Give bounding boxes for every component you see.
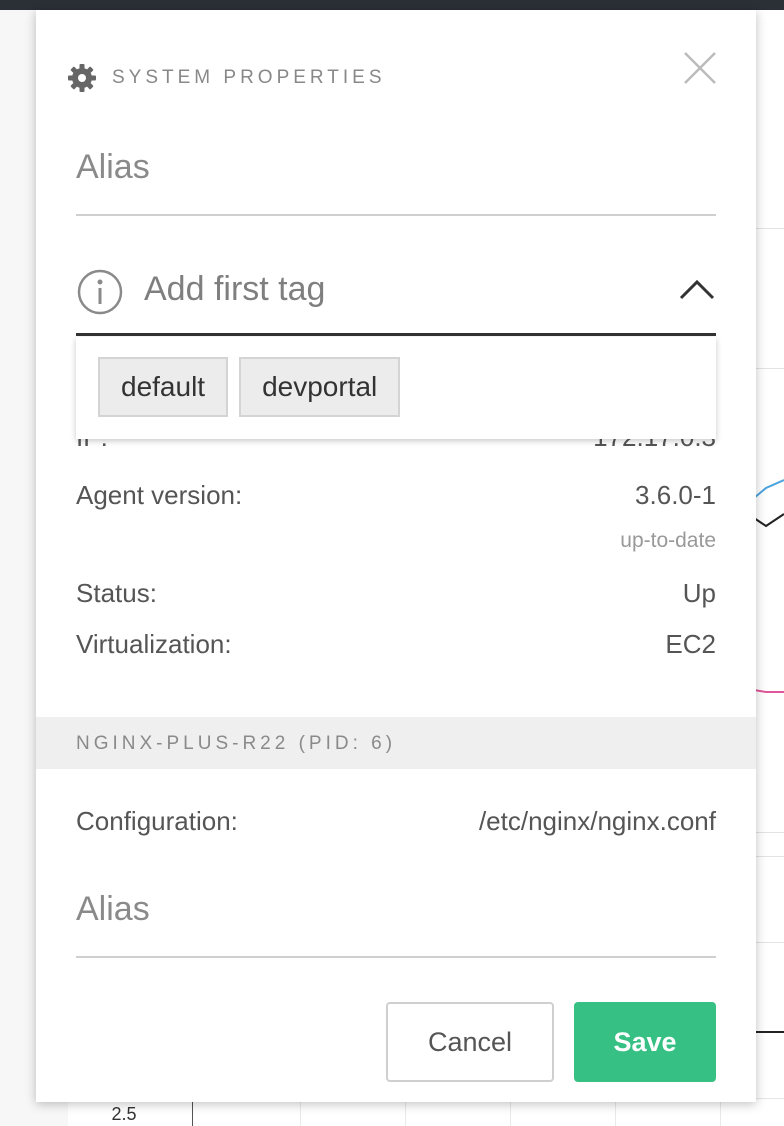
cancel-button[interactable]: Cancel: [386, 1002, 554, 1082]
agent-version-note: up-to-date: [620, 529, 716, 552]
background-tick: [300, 1100, 301, 1126]
virtualization-value: EC2: [665, 629, 716, 659]
top-bar: [0, 0, 784, 10]
agent-version-label: Agent version:: [76, 480, 243, 510]
tag-option-devportal[interactable]: devportal: [239, 357, 401, 417]
gear-icon: [68, 64, 96, 92]
info-icon: [77, 269, 123, 315]
configuration-label: Configuration:: [76, 806, 238, 836]
modal-title: SYSTEM PROPERTIES: [112, 67, 386, 88]
background-tick: [615, 1100, 616, 1126]
modal-header: SYSTEM PROPERTIES: [66, 62, 386, 94]
tag-selector[interactable]: [76, 262, 716, 336]
tag-option-default[interactable]: default: [98, 357, 229, 417]
system-properties-modal: SYSTEM PROPERTIES default devportal IP: …: [36, 10, 756, 1102]
configuration-value: /etc/nginx/nginx.conf: [478, 806, 716, 836]
nginx-alias-field: [76, 890, 716, 958]
background-y-tick-label: 2.5: [111, 1104, 137, 1124]
chevron-up-icon[interactable]: [678, 276, 716, 304]
alias-input[interactable]: [76, 148, 716, 187]
background-chart-axis-area: [68, 1098, 784, 1126]
status-label: Status:: [76, 578, 157, 608]
save-button[interactable]: Save: [574, 1002, 716, 1082]
status-value: Up: [682, 578, 716, 608]
tag-input[interactable]: [144, 270, 624, 309]
agent-version-value: 3.6.0-1: [635, 480, 716, 510]
nginx-section-title: NGINX-PLUS-R22 (PID: 6): [76, 733, 397, 754]
background-y-axis: [192, 1098, 193, 1126]
agent-version-row: Agent version: 3.6.0-1: [76, 480, 716, 511]
background-tick: [720, 1100, 721, 1126]
nginx-alias-input[interactable]: [76, 890, 716, 929]
close-icon[interactable]: [682, 50, 718, 86]
alias-field: [76, 148, 716, 216]
background-tick: [510, 1100, 511, 1126]
virtualization-row: Virtualization: EC2: [76, 629, 716, 660]
background-tick: [405, 1100, 406, 1126]
tag-dropdown: default devportal: [76, 337, 716, 439]
virtualization-label: Virtualization:: [76, 629, 232, 659]
configuration-row: Configuration: /etc/nginx/nginx.conf: [76, 806, 716, 837]
nginx-section-header: NGINX-PLUS-R22 (PID: 6): [36, 717, 756, 769]
status-row: Status: Up: [76, 578, 716, 609]
